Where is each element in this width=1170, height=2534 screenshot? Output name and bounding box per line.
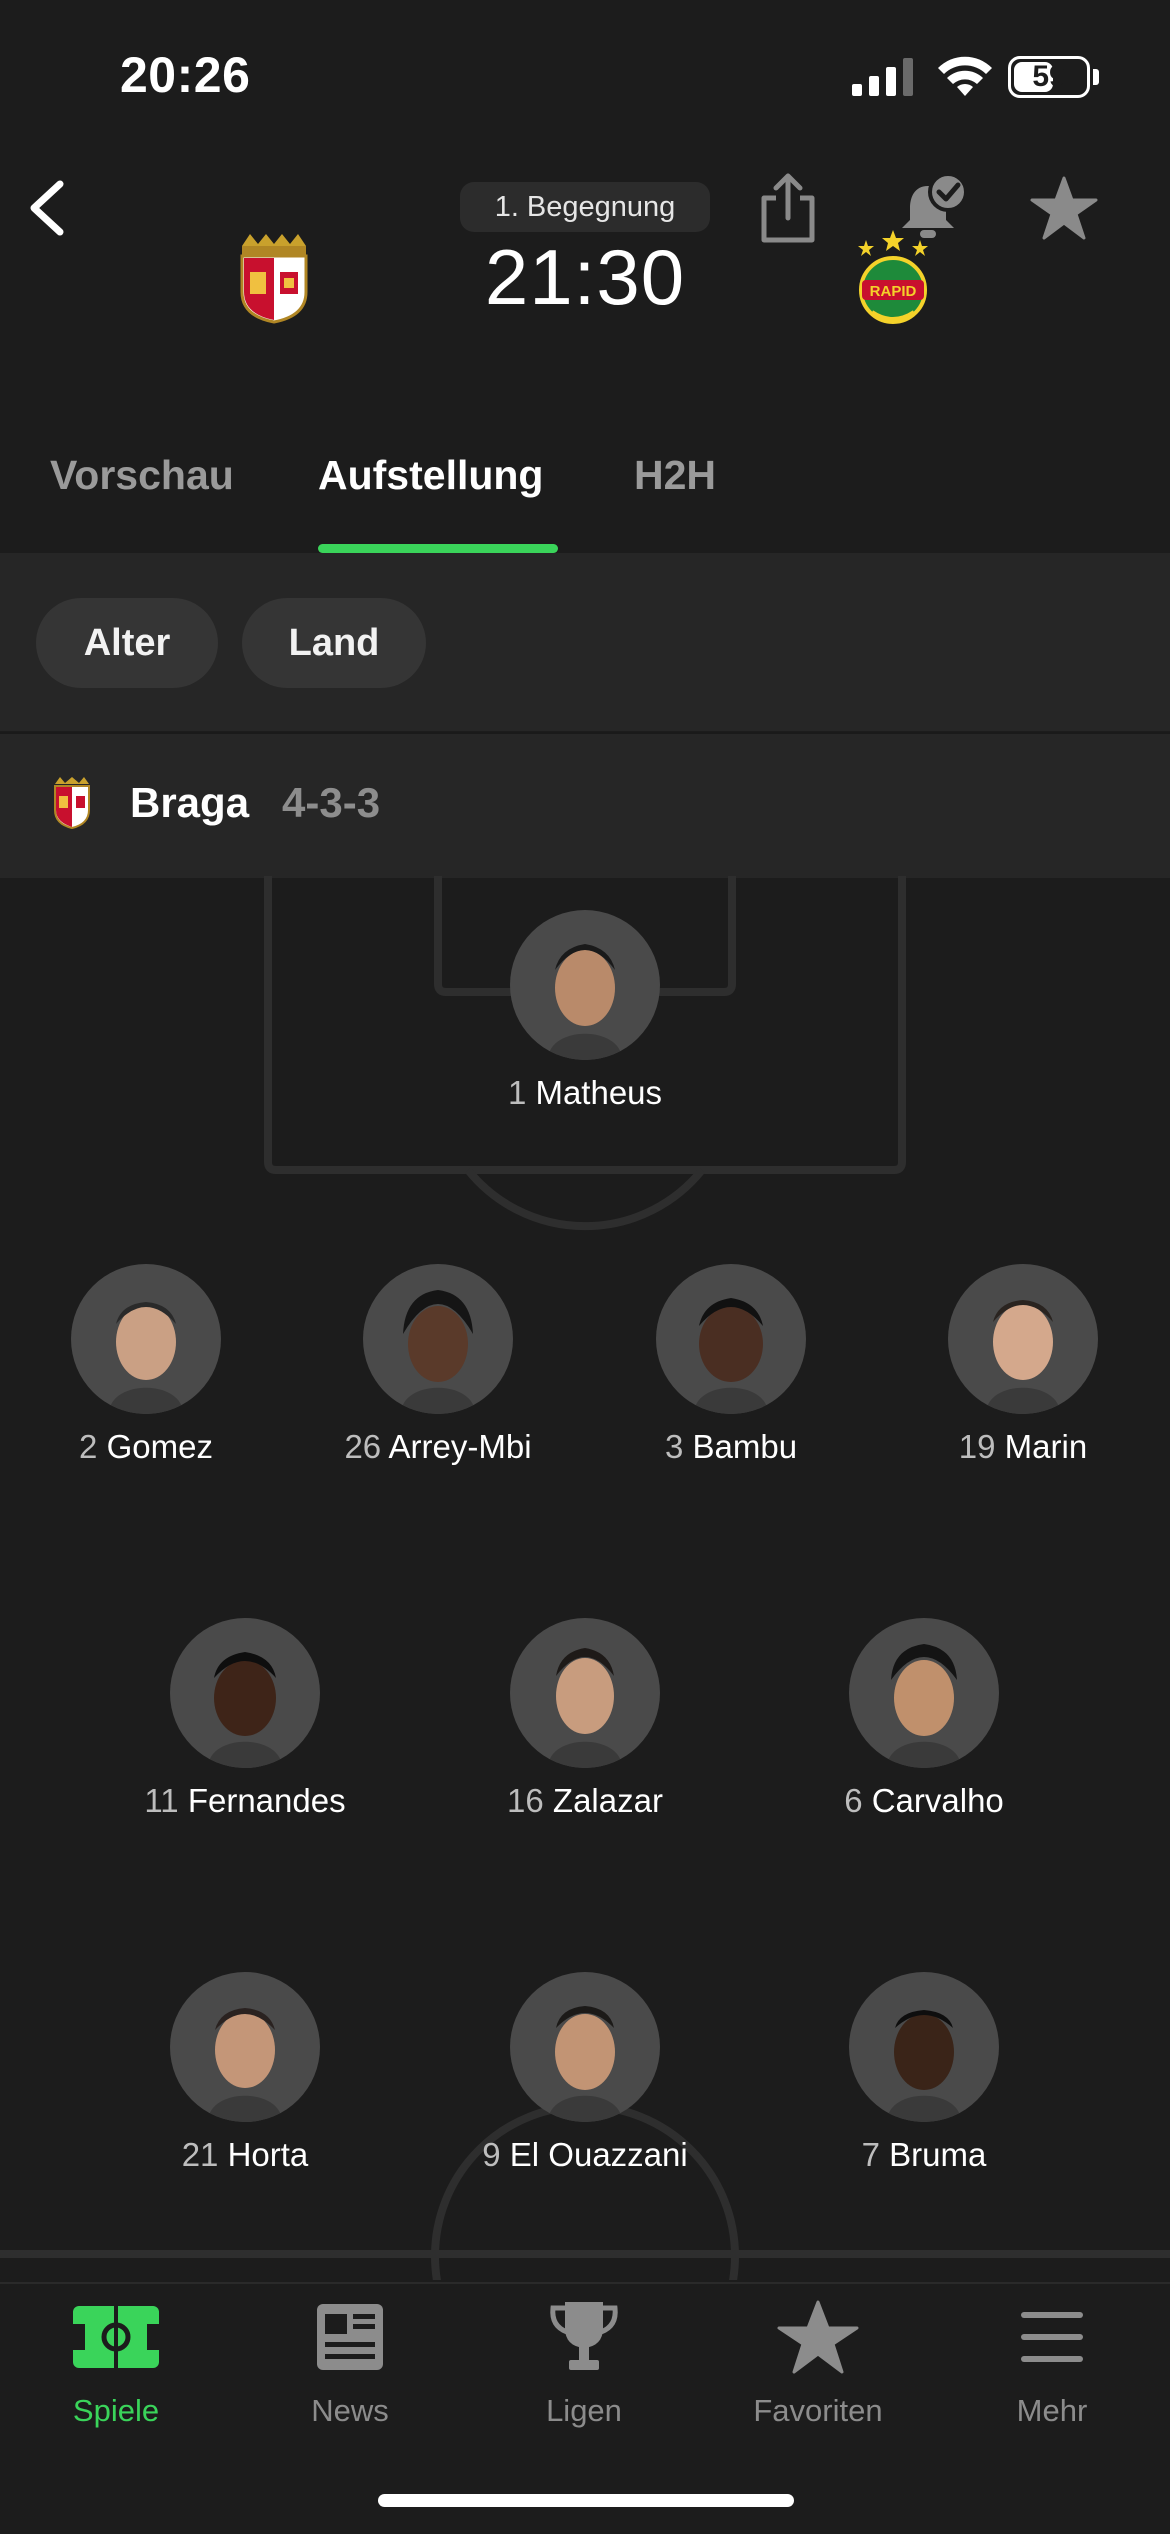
nav-favoriten[interactable]: Favoriten (728, 2300, 908, 2429)
player-avatar (849, 1972, 999, 2122)
player-card[interactable]: 16 Zalazar (435, 1618, 735, 1820)
player-name: 26 Arrey-Mbi (344, 1428, 532, 1465)
favorite-star-icon[interactable] (1030, 176, 1098, 240)
active-tab-indicator (318, 544, 558, 553)
player-card[interactable]: 1 Matheus (435, 910, 735, 1112)
player-avatar (170, 1972, 320, 2122)
nav-news[interactable]: News (260, 2300, 440, 2429)
player-avatar (510, 1618, 660, 1768)
player-card[interactable]: 6 Carvalho (774, 1618, 1074, 1820)
filter-chip-alter[interactable]: Alter (36, 598, 218, 688)
player-avatar (948, 1264, 1098, 1414)
battery-level: 59 (1032, 60, 1066, 93)
player-name: 6 Carvalho (844, 1782, 1004, 1819)
nav-label-ligen: Ligen (546, 2393, 622, 2428)
back-chevron-icon[interactable] (24, 178, 68, 238)
player-card[interactable]: 19 Marin (873, 1264, 1170, 1466)
player-avatar (170, 1618, 320, 1768)
nav-ligen[interactable]: Ligen (494, 2300, 674, 2429)
player-card[interactable]: 9 El Ouazzani (435, 1972, 735, 2174)
star-icon (777, 2300, 859, 2374)
home-team-crest-icon[interactable] (236, 232, 312, 324)
player-name: 2 Gomez (79, 1428, 213, 1465)
trophy-icon (550, 2302, 618, 2370)
tab-aufstellung[interactable]: Aufstellung (318, 452, 543, 499)
cellular-signal-icon (852, 58, 913, 96)
battery-nub (1093, 69, 1099, 85)
lineup-formation: 4-3-3 (282, 779, 381, 826)
nav-label-favoriten: Favoriten (753, 2393, 883, 2428)
away-team-crest-icon[interactable]: RAPID (852, 228, 934, 324)
wifi-icon (938, 56, 992, 96)
player-name: 3 Bambu (664, 1428, 798, 1465)
share-icon[interactable] (756, 172, 820, 244)
nav-mehr[interactable]: Mehr (962, 2300, 1142, 2429)
nav-label-mehr: Mehr (1016, 2393, 1088, 2428)
player-card[interactable]: 21 Horta (95, 1972, 395, 2174)
nav-spiele[interactable]: Spiele (26, 2300, 206, 2429)
player-name: 7 Bruma (861, 2136, 987, 2173)
tab-h2h[interactable]: H2H (634, 452, 716, 499)
notification-bell-check-icon[interactable] (896, 172, 968, 242)
nav-label-spiele: Spiele (72, 2393, 160, 2428)
battery-icon: 59 (1008, 56, 1090, 98)
player-card[interactable]: 11 Fernandes (95, 1618, 395, 1820)
braga-crest-icon (54, 777, 90, 830)
player-avatar (510, 910, 660, 1060)
player-name: 11 Fernandes (144, 1782, 346, 1819)
lineup-team-name: Braga (130, 779, 250, 826)
player-avatar (363, 1264, 513, 1414)
player-avatar (510, 1972, 660, 2122)
match-round-label: 1. Begegnung (460, 182, 710, 232)
player-name: 9 El Ouazzani (482, 2136, 688, 2173)
player-card[interactable]: 26 Arrey-Mbi (288, 1264, 588, 1466)
menu-icon (1021, 2312, 1083, 2362)
player-card[interactable]: 3 Bambu (581, 1264, 881, 1466)
status-time: 20:26 (120, 47, 251, 103)
filter-chip-land[interactable]: Land (242, 598, 426, 688)
player-card[interactable]: 7 Bruma (774, 1972, 1074, 2174)
player-avatar (656, 1264, 806, 1414)
player-avatar (71, 1264, 221, 1414)
kickoff-time: 21:30 (484, 233, 686, 321)
player-name: 16 Zalazar (507, 1782, 663, 1819)
player-avatar (849, 1618, 999, 1768)
svg-text:RAPID: RAPID (870, 283, 917, 300)
player-name: 21 Horta (181, 2136, 309, 2173)
pitch-icon (73, 2306, 159, 2368)
player-card[interactable]: 2 Gomez (0, 1264, 296, 1466)
home-indicator[interactable] (378, 2494, 794, 2507)
nav-label-news: News (311, 2393, 389, 2428)
player-name: 19 Marin (958, 1428, 1088, 1465)
player-name: 1 Matheus (507, 1074, 663, 1111)
newspaper-icon (317, 2304, 383, 2370)
tab-vorschau[interactable]: Vorschau (50, 452, 234, 499)
